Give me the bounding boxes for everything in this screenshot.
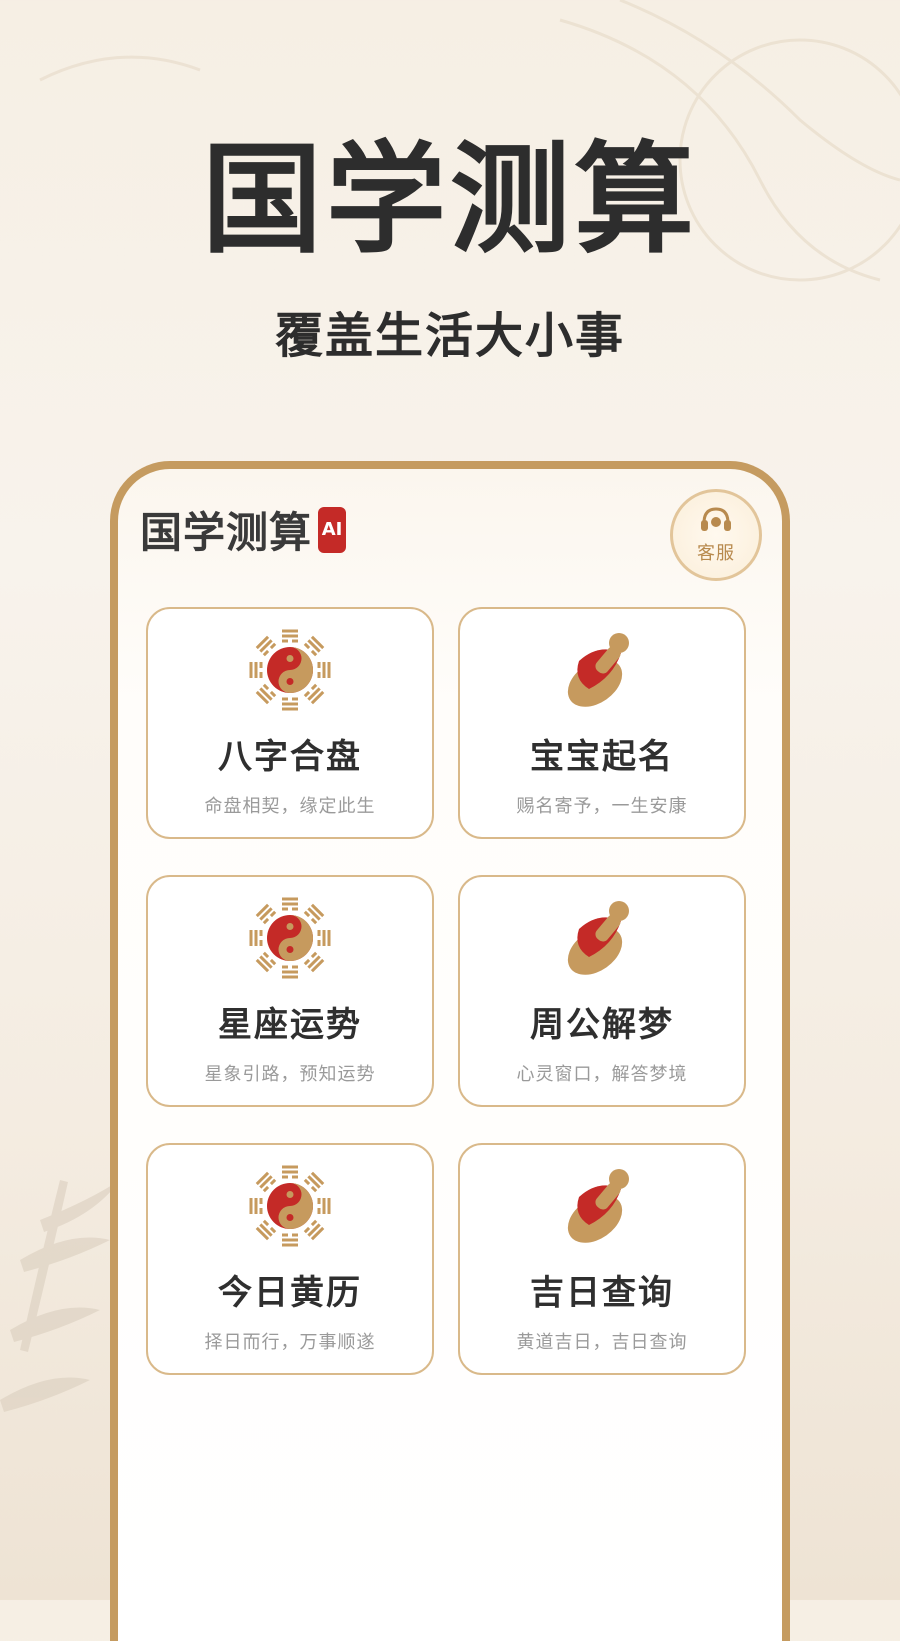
- card-title: 周公解梦: [530, 1005, 674, 1045]
- card-zhougong-jiemeng[interactable]: 周公解梦 心灵窗口，解答梦境: [458, 875, 746, 1107]
- ai-badge: AI: [318, 506, 347, 553]
- card-jiri-chaxun[interactable]: 吉日查询 黄道吉日，吉日查询: [458, 1143, 746, 1375]
- card-desc: 择日而行，万事顺遂: [204, 1332, 376, 1353]
- seal-stamp-icon: [567, 1169, 629, 1243]
- card-desc: 赐名寄予，一生安康: [516, 796, 688, 817]
- card-desc: 命盘相契，缘定此生: [204, 796, 376, 817]
- hero-subtitle: 覆盖生活大小事: [274, 308, 625, 364]
- card-desc: 星象引路，预知运势: [204, 1064, 376, 1085]
- feature-grid: 八字合盘 命盘相契，缘定此生 宝宝起名 赐名寄予，一生安康 星座运势 星象引路，…: [146, 607, 746, 1375]
- card-xingzuo-yunshi[interactable]: 星座运势 星象引路，预知运势: [146, 875, 434, 1107]
- card-title: 星座运势: [218, 1005, 362, 1045]
- card-title: 吉日查询: [530, 1273, 674, 1313]
- card-bazi-hepan[interactable]: 八字合盘 命盘相契，缘定此生: [146, 607, 434, 839]
- seal-stamp-icon: [567, 901, 629, 975]
- app-header: 国学测算 AI: [140, 499, 347, 560]
- card-desc: 心灵窗口，解答梦境: [516, 1064, 688, 1085]
- card-jinri-huangli[interactable]: 今日黄历 择日而行，万事顺遂: [146, 1143, 434, 1375]
- card-title: 宝宝起名: [530, 737, 674, 777]
- bagua-yinyang-icon: [249, 897, 331, 979]
- hero-title: 国学测算: [202, 129, 698, 270]
- phone-frame: 国学测算 AI 客服 八字合盘 命盘相契，缘定此生 宝宝起名 赐名寄予，一生安康…: [110, 461, 790, 1641]
- customer-service-button[interactable]: 客服: [670, 489, 762, 581]
- headset-icon: [701, 507, 731, 531]
- card-title: 今日黄历: [218, 1273, 362, 1313]
- bamboo-leaves: [0, 1180, 120, 1412]
- customer-service-label: 客服: [697, 543, 735, 564]
- card-title: 八字合盘: [218, 737, 362, 777]
- app-title: 国学测算: [140, 508, 313, 557]
- card-desc: 黄道吉日，吉日查询: [516, 1332, 688, 1353]
- card-baobao-qiming[interactable]: 宝宝起名 赐名寄予，一生安康: [458, 607, 746, 839]
- bagua-yinyang-icon: [249, 1165, 331, 1247]
- seal-stamp-icon: [567, 633, 629, 707]
- bagua-yinyang-icon: [249, 629, 331, 711]
